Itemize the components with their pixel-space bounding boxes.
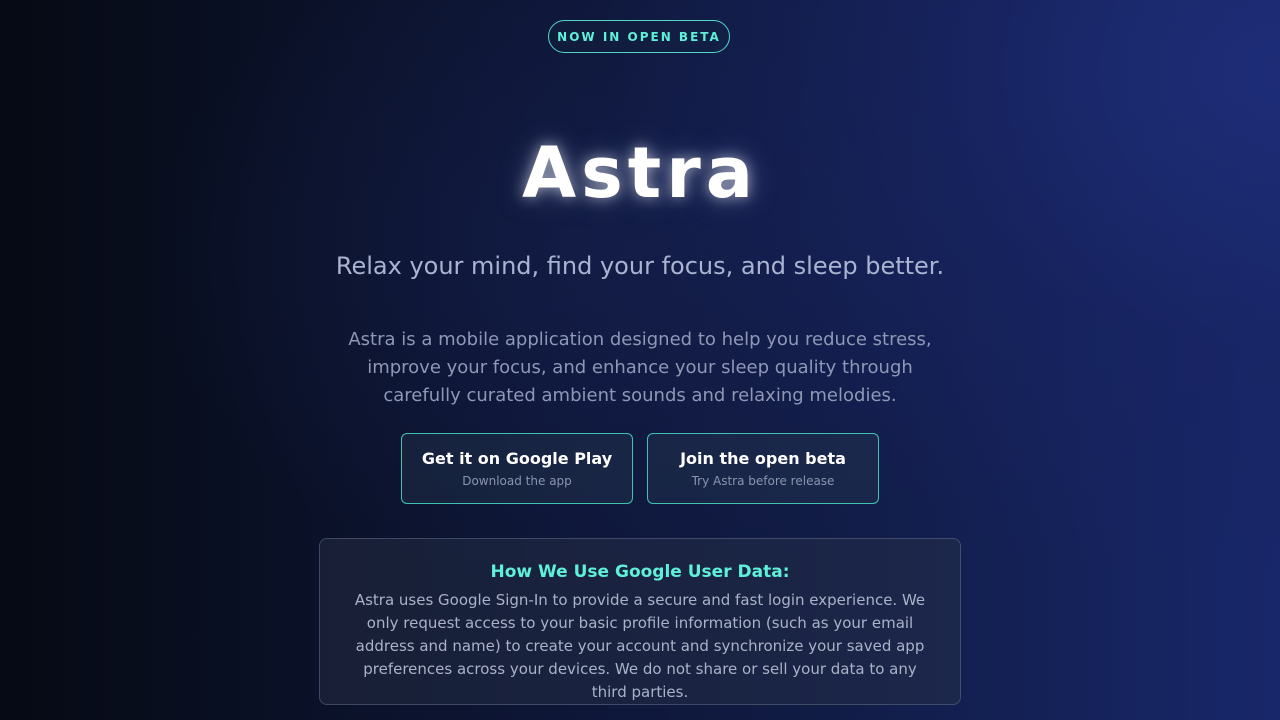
google-play-button-sublabel: Download the app [462,474,572,488]
google-play-button[interactable]: Get it on Google Play Download the app [401,433,633,504]
open-beta-badge: NOW IN OPEN BETA [548,20,730,53]
google-data-usage-card: How We Use Google User Data: Astra uses … [319,538,961,705]
app-title: Astra [521,132,759,214]
cta-button-row: Get it on Google Play Download the app J… [401,433,879,504]
tagline: Relax your mind, find your focus, and sl… [335,252,945,280]
open-beta-badge-label: NOW IN OPEN BETA [557,29,721,44]
join-beta-button-sublabel: Try Astra before release [691,474,835,488]
app-description: Astra is a mobile application designed t… [348,329,932,406]
join-beta-button-label: Join the open beta [680,449,846,468]
google-data-usage-heading: How We Use Google User Data: [490,562,790,582]
join-beta-button[interactable]: Join the open beta Try Astra before rele… [647,433,879,504]
google-data-usage-body: Astra uses Google Sign-In to provide a s… [354,591,926,701]
landing-page: NOW IN OPEN BETA Astra Relax your mind, … [0,0,1280,720]
google-play-button-label: Get it on Google Play [421,449,613,468]
